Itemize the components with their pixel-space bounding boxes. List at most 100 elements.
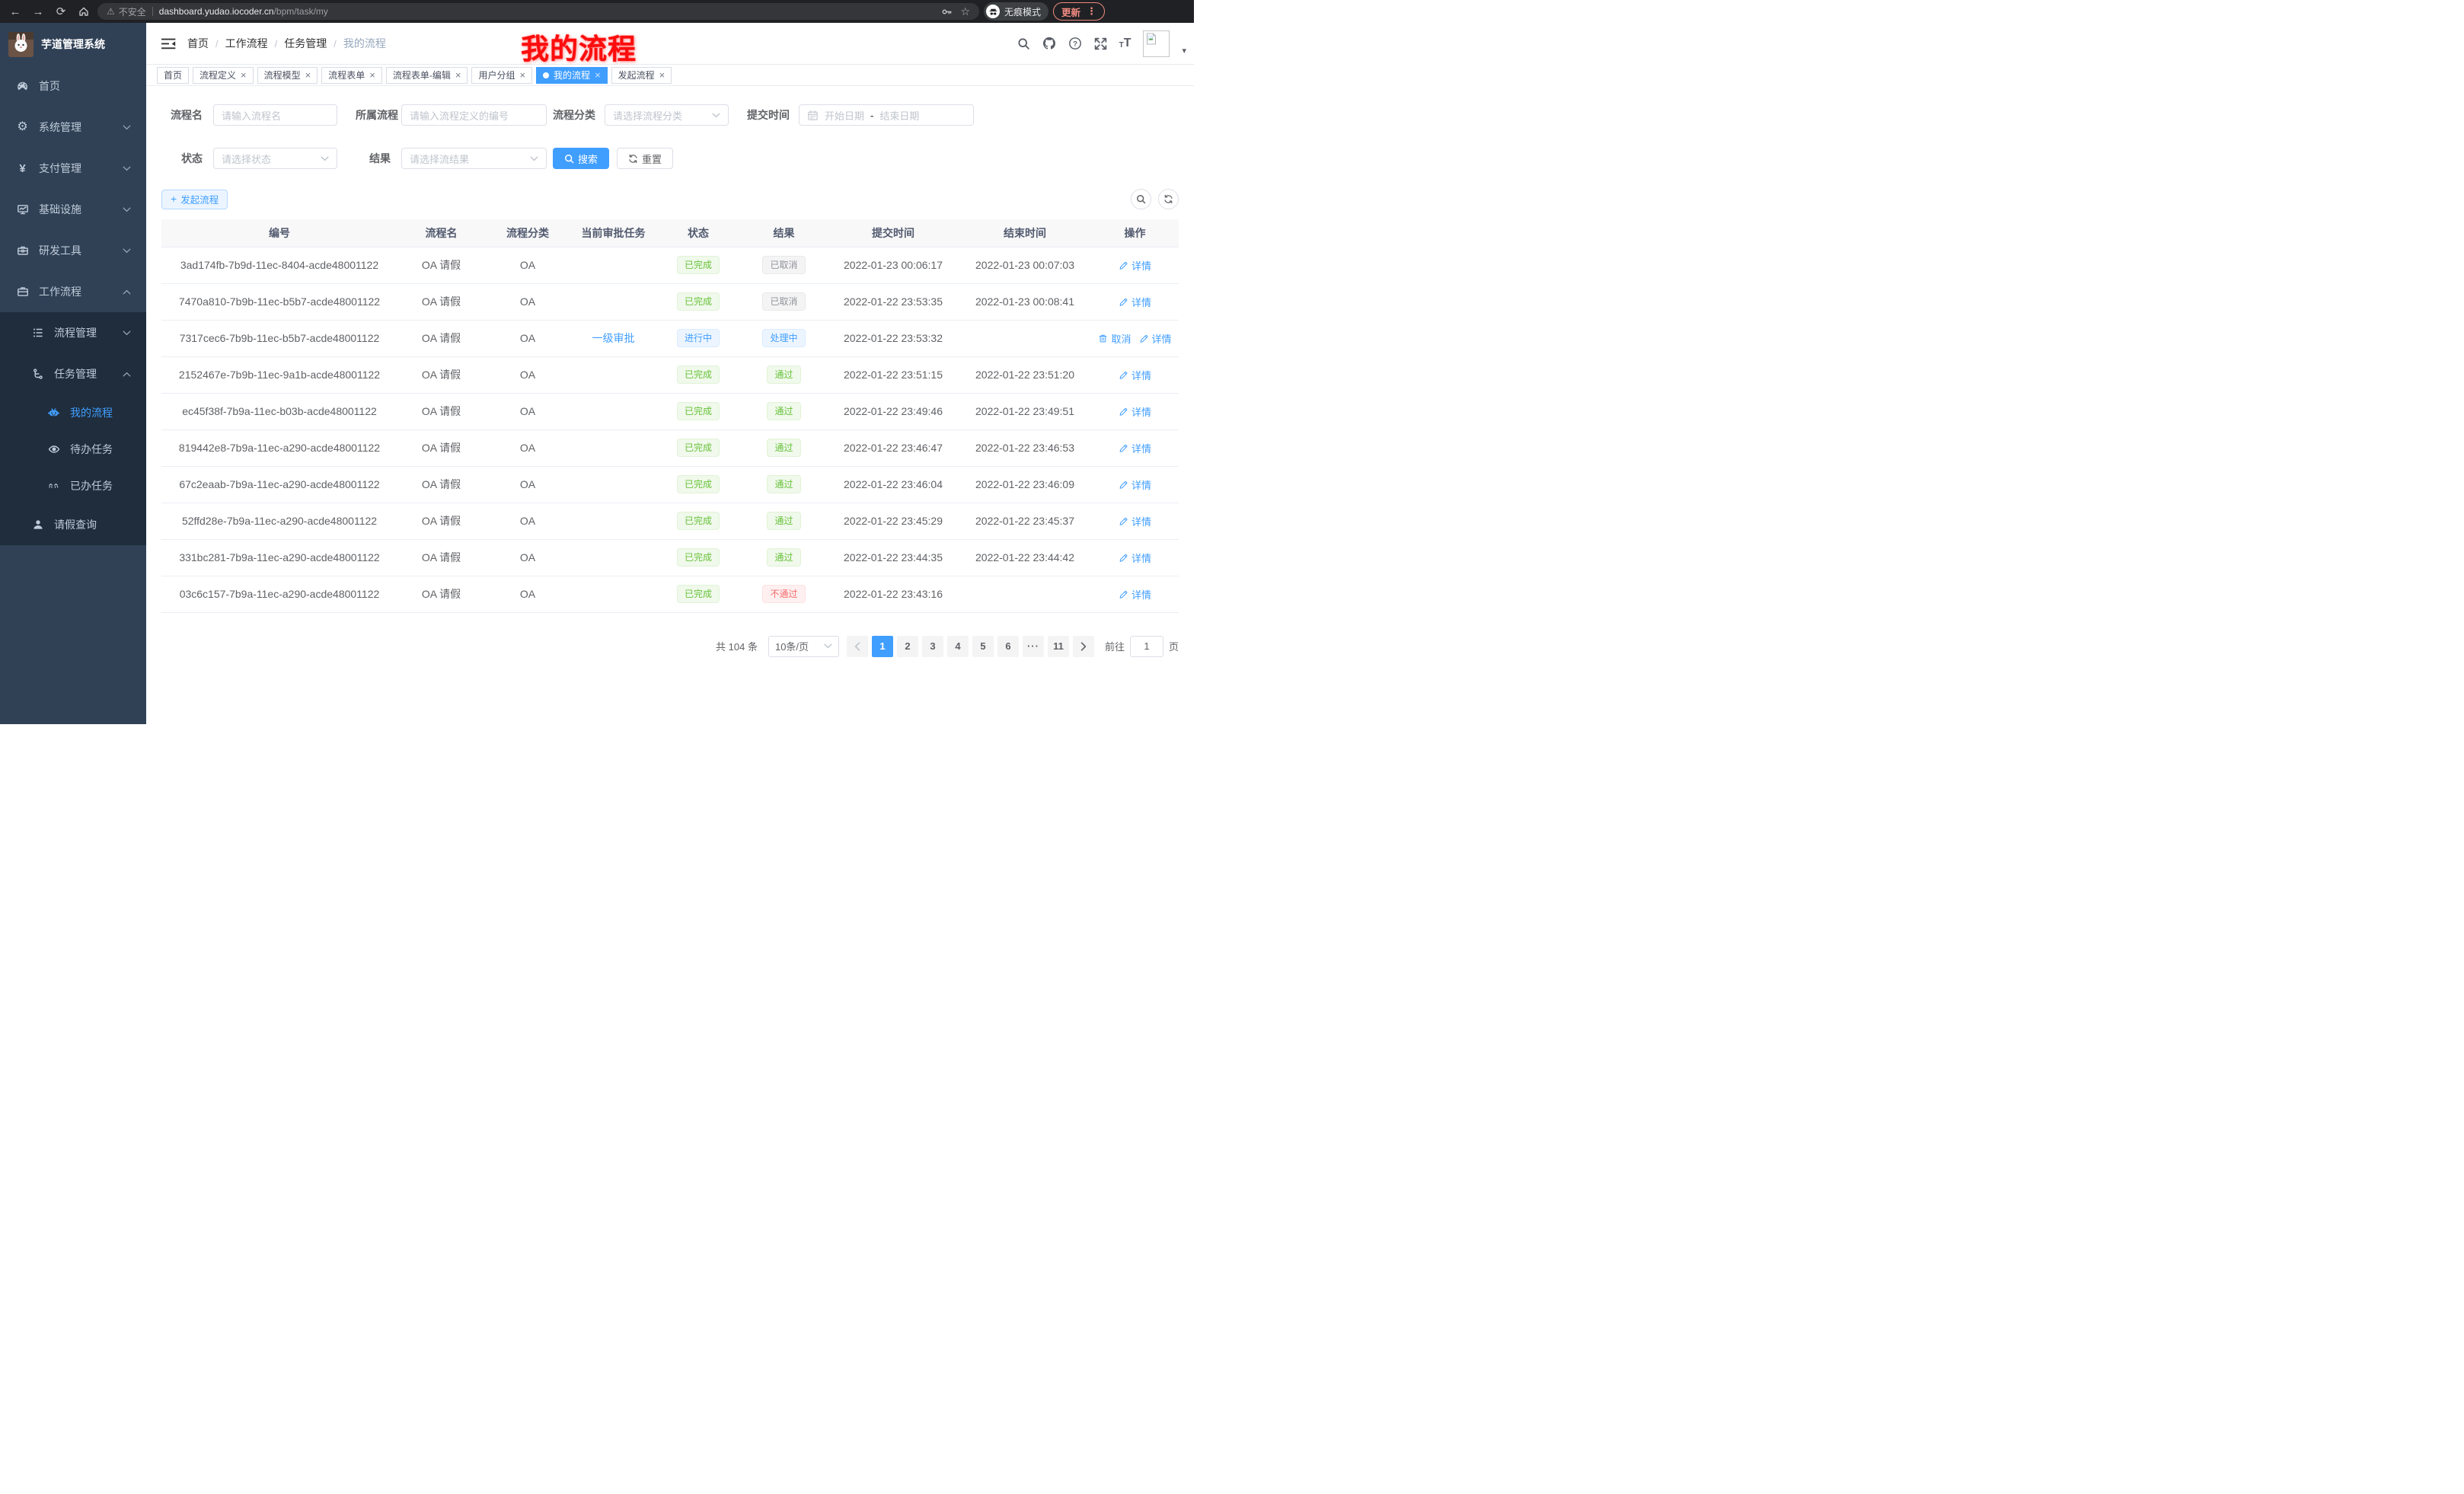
chevron-up-icon	[123, 289, 131, 295]
font-size-icon[interactable]: TT	[1119, 37, 1131, 49]
tab-start-process[interactable]: 发起流程×	[611, 67, 672, 84]
tab-process-model[interactable]: 流程模型×	[257, 67, 318, 84]
sidebar-item-my-process[interactable]: 我的流程	[0, 394, 146, 431]
page-size-select[interactable]: 10条/页	[768, 636, 839, 657]
sidebar-item-leave-query[interactable]: 请假查询	[0, 504, 146, 545]
close-icon[interactable]: ×	[369, 70, 375, 80]
close-icon[interactable]: ×	[659, 70, 665, 80]
header-search-icon[interactable]	[1017, 37, 1030, 50]
process-definition-input[interactable]: 请输入流程定义的编号	[401, 104, 547, 126]
sidebar-item-done-tasks[interactable]: 已办任务	[0, 468, 146, 504]
breadcrumb-item[interactable]: 任务管理	[284, 36, 327, 51]
tab-home[interactable]: 首页	[157, 67, 189, 84]
avatar[interactable]	[1143, 30, 1170, 57]
sidebar-collapse-button[interactable]	[146, 38, 187, 49]
detail-link[interactable]: 详情	[1119, 551, 1151, 565]
cancel-link[interactable]: 取消	[1098, 331, 1131, 346]
sidebar-item-payment[interactable]: ¥支付管理	[0, 148, 146, 189]
process-category: OA	[485, 576, 570, 612]
status-select[interactable]: 请选择状态	[213, 148, 337, 169]
detail-link[interactable]: 详情	[1119, 258, 1151, 273]
page-button-4[interactable]: 4	[947, 636, 969, 657]
browser-forward-button[interactable]: →	[29, 2, 47, 21]
fullscreen-icon[interactable]	[1094, 37, 1107, 50]
result-cell: 通过	[740, 429, 828, 466]
security-indicator[interactable]: ⚠ 不安全	[107, 5, 146, 18]
submit-time: 2022-01-22 23:53:35	[828, 283, 959, 320]
address-bar[interactable]: ⚠ 不安全 dashboard.yudao.iocoder.cn/bpm/tas…	[97, 3, 979, 20]
reset-button[interactable]: 重置	[617, 148, 673, 169]
current-task	[570, 429, 656, 466]
prev-page-button[interactable]	[847, 636, 868, 657]
status-cell: 已完成	[656, 283, 740, 320]
close-icon[interactable]: ×	[305, 70, 311, 80]
close-icon[interactable]: ×	[519, 70, 525, 80]
process-name: OA 请假	[397, 429, 485, 466]
end-time: 2022-01-22 23:49:51	[959, 393, 1091, 429]
start-process-button[interactable]: +发起流程	[161, 190, 228, 209]
page-button-2[interactable]: 2	[897, 636, 918, 657]
avatar-caret-icon[interactable]: ▾	[1182, 46, 1186, 56]
result-select[interactable]: 请选择流结果	[401, 148, 547, 169]
process-id: ec45f38f-7b9a-11ec-b03b-acde48001122	[161, 393, 397, 429]
sidebar-item-process-mgmt[interactable]: 流程管理	[0, 312, 146, 353]
browser-reload-button[interactable]: ⟳	[52, 2, 70, 21]
page-button-6[interactable]: 6	[997, 636, 1019, 657]
browser-home-button[interactable]	[75, 2, 93, 21]
breadcrumb: 首页/工作流程/任务管理/我的流程	[187, 36, 386, 51]
bookmark-star-icon[interactable]: ☆	[960, 5, 970, 18]
page-button-3[interactable]: 3	[922, 636, 943, 657]
refresh-table-button[interactable]	[1158, 189, 1179, 209]
sidebar-item-devtools[interactable]: 研发工具	[0, 230, 146, 271]
sidebar-item-task-mgmt[interactable]: 任务管理	[0, 353, 146, 394]
page-button-11[interactable]: 11	[1048, 636, 1069, 657]
goto-page-input[interactable]: 1	[1130, 636, 1163, 657]
more-pages-button[interactable]: ···	[1023, 636, 1044, 657]
submit-time-range-picker[interactable]: 开始日期 - 结束日期	[799, 104, 974, 126]
tab-user-group[interactable]: 用户分组×	[471, 67, 532, 84]
breadcrumb-item[interactable]: 工作流程	[225, 36, 268, 51]
github-icon[interactable]	[1042, 37, 1056, 50]
sidebar-item-infrastructure[interactable]: 基础设施	[0, 189, 146, 230]
current-task-link[interactable]: 一级审批	[592, 332, 635, 344]
tab-my-process[interactable]: 我的流程×	[536, 67, 608, 84]
process-category-select[interactable]: 请选择流程分类	[605, 104, 729, 126]
tab-process-form-edit[interactable]: 流程表单-编辑×	[386, 67, 468, 84]
tab-process-form[interactable]: 流程表单 ×	[321, 67, 382, 84]
close-icon[interactable]: ×	[455, 70, 461, 80]
page-button-5[interactable]: 5	[972, 636, 994, 657]
tab-process-definition[interactable]: 流程定义×	[193, 67, 254, 84]
column-header: 编号	[161, 219, 397, 247]
detail-link[interactable]: 详情	[1139, 331, 1172, 346]
browser-back-button[interactable]: ←	[6, 2, 24, 21]
close-icon[interactable]: ×	[241, 70, 247, 80]
more-vert-icon[interactable]: ⋮	[1087, 5, 1096, 18]
detail-link[interactable]: 详情	[1119, 477, 1151, 492]
sidebar-item-home[interactable]: 首页	[0, 65, 146, 107]
show-search-button[interactable]	[1131, 189, 1151, 209]
help-icon[interactable]: ?	[1068, 37, 1082, 50]
detail-link[interactable]: 详情	[1119, 441, 1151, 455]
chevron-down-icon	[321, 156, 329, 161]
next-page-button[interactable]	[1073, 636, 1094, 657]
detail-link[interactable]: 详情	[1119, 295, 1151, 309]
sidebar-item-system[interactable]: ⚙系统管理	[0, 107, 146, 148]
close-icon[interactable]: ×	[595, 70, 601, 80]
password-key-icon[interactable]	[941, 6, 953, 18]
detail-link[interactable]: 详情	[1119, 587, 1151, 602]
detail-link[interactable]: 详情	[1119, 514, 1151, 528]
sidebar-item-todo-tasks[interactable]: 待办任务	[0, 431, 146, 468]
tab-label: 流程表单	[328, 69, 365, 81]
page-button-1[interactable]: 1	[872, 636, 893, 657]
breadcrumb-item[interactable]: 首页	[187, 36, 209, 51]
process-name-input[interactable]: 请输入流程名	[213, 104, 337, 126]
detail-link[interactable]: 详情	[1119, 368, 1151, 382]
table-row: 819442e8-7b9a-11ec-a290-acde48001122OA 请…	[161, 429, 1179, 466]
submit-time: 2022-01-22 23:45:29	[828, 503, 959, 539]
chevron-down-icon	[530, 156, 538, 161]
detail-link[interactable]: 详情	[1119, 404, 1151, 419]
search-button[interactable]: 搜索	[553, 148, 609, 169]
process-category: OA	[485, 429, 570, 466]
browser-update-button[interactable]: 更新 ⋮	[1053, 2, 1105, 21]
sidebar-item-workflow[interactable]: 工作流程	[0, 271, 146, 312]
